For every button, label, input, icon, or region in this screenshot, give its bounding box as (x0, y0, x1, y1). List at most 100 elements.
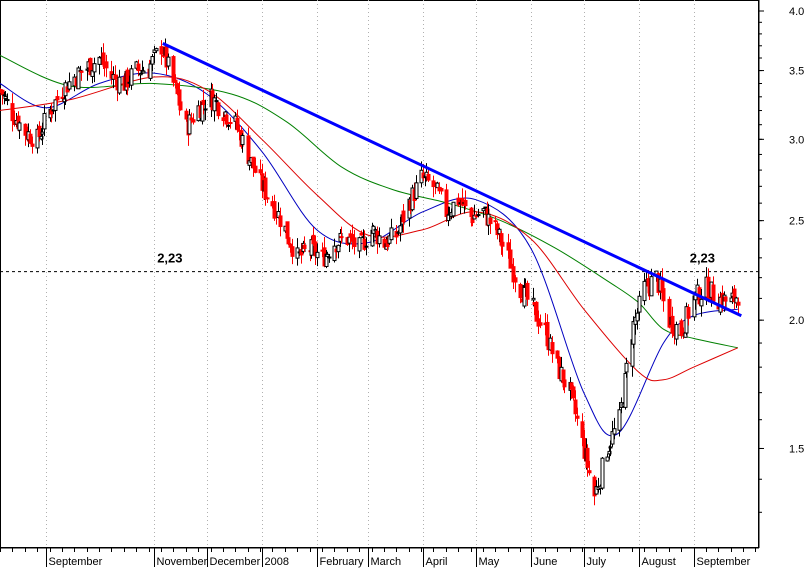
y-tick-label: 3.0 (789, 134, 804, 146)
candle-body (661, 288, 666, 302)
candle-body (336, 244, 341, 253)
candle-body (518, 284, 523, 299)
candle-body (497, 228, 502, 235)
candle-body (617, 409, 622, 431)
candle-body (723, 296, 728, 302)
candle-body (265, 197, 270, 200)
x-tick-label: February (320, 556, 365, 568)
candle-body (414, 182, 419, 199)
candle-body (398, 225, 403, 234)
candle-body (159, 46, 164, 55)
candle-body (42, 112, 47, 130)
x-tick-label: April (426, 556, 448, 568)
annotation-label: 2,23 (157, 251, 182, 266)
candle-body (488, 217, 493, 225)
candle-body (154, 48, 159, 52)
x-tick-label: December (210, 556, 261, 568)
candle-body (364, 245, 369, 248)
y-tick-label: 2.0 (789, 315, 804, 327)
candle-body (129, 68, 134, 86)
x-tick-label: March (371, 556, 402, 568)
candle-body (141, 70, 146, 74)
candle-body (0, 89, 5, 96)
candle-body (649, 276, 654, 297)
candle-body (178, 101, 183, 111)
candle-body (637, 295, 642, 313)
candle-body (28, 133, 33, 144)
candle-body (235, 117, 240, 131)
candle-body (736, 301, 741, 306)
candle-body (191, 119, 196, 123)
candle-body (686, 306, 691, 319)
candle-body (5, 99, 10, 102)
candle-body (623, 372, 628, 408)
candle-body (451, 201, 456, 217)
candle-body (263, 177, 268, 200)
candle-body (67, 81, 72, 90)
candle-body (463, 200, 468, 207)
candle-body (228, 122, 233, 125)
candle-body (315, 251, 320, 259)
x-tick-label: November (157, 556, 208, 568)
stock-chart: 2,23 2,23 4.0 3.5 3.0 2.5 2.0 1.5 September Nov… (0, 0, 804, 568)
candle-body (325, 253, 330, 257)
candle-body (212, 97, 217, 112)
candle-body (483, 206, 488, 209)
candle-body (377, 235, 382, 245)
candle-body (214, 100, 219, 103)
x-tick-label: June (534, 556, 558, 568)
candle-body (550, 342, 555, 355)
candle-body (37, 125, 42, 138)
candle-body (171, 56, 176, 83)
x-tick-label: September (49, 556, 103, 568)
candle-body (53, 99, 58, 111)
x-tick-label: May (479, 556, 500, 568)
candle-body (585, 447, 590, 468)
candle-body (476, 214, 481, 217)
candle-body (55, 96, 60, 101)
x-tick-label: August (642, 556, 676, 568)
candle-body (439, 188, 444, 192)
candle-body (226, 124, 231, 127)
candle-body (362, 238, 367, 250)
candle-body (3, 96, 8, 100)
candle-body (538, 322, 543, 326)
candle-body (500, 241, 505, 247)
candle-body (635, 312, 640, 322)
candle-body (203, 108, 208, 111)
candle-body (525, 282, 530, 300)
candle-body (389, 227, 394, 241)
candle-body (290, 246, 295, 257)
candle-body (327, 256, 332, 259)
candle-body (240, 134, 245, 146)
candle-body (253, 165, 258, 173)
candle-body (17, 122, 22, 131)
candle-body (426, 173, 431, 181)
candle-body (79, 70, 84, 73)
candle-body (642, 280, 647, 302)
chart-container: 2,23 2,23 4.0 3.5 3.0 2.5 2.0 1.5 September Nov… (0, 0, 806, 569)
candle-body (150, 56, 155, 65)
candle-body (138, 73, 143, 76)
x-tick-label: September (697, 556, 751, 568)
candle-body (125, 69, 130, 88)
y-tick-label: 2.5 (789, 216, 804, 228)
candle-body (631, 321, 636, 345)
candle-body (624, 362, 629, 373)
candle-body (113, 74, 118, 80)
candle-body (136, 63, 141, 72)
candle-body (166, 56, 171, 67)
candle-body (506, 242, 511, 251)
y-tick-label: 3.5 (789, 66, 804, 78)
candle-body (711, 284, 716, 302)
candle-body (674, 324, 679, 340)
candle-body (605, 456, 610, 462)
candle-body (201, 99, 206, 106)
candle-body (401, 210, 406, 223)
candle-body (352, 237, 357, 248)
candle-body (562, 379, 567, 388)
candle-body (30, 143, 35, 147)
candle-body (513, 277, 518, 283)
candle-body (493, 220, 498, 223)
x-axis-ticks: September November December 2008 February Mar… (0, 548, 756, 568)
